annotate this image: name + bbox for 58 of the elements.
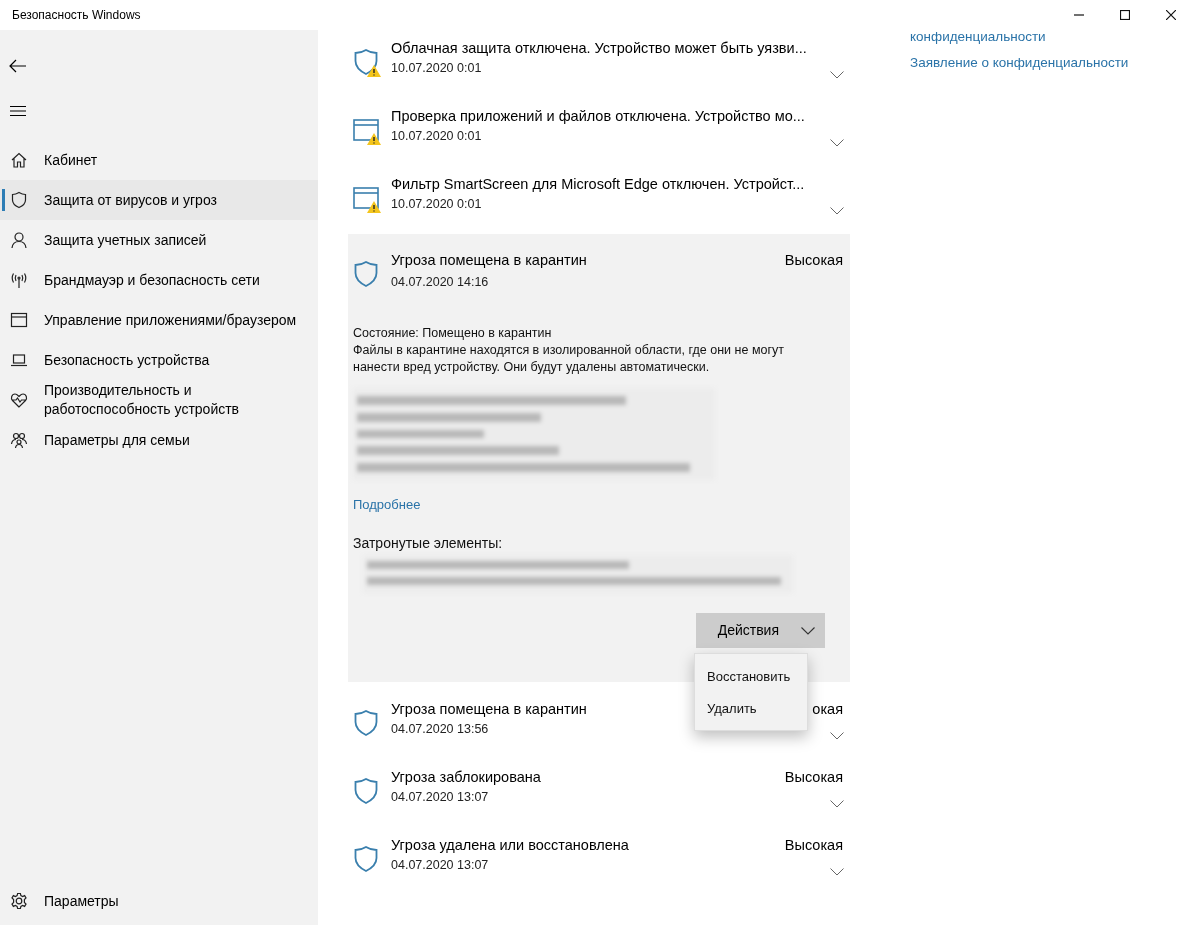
- nav-item[interactable]: Защита от вирусов и угроз: [0, 180, 318, 220]
- window-icon: [10, 311, 28, 329]
- maximize-icon: [1120, 10, 1130, 20]
- severity-label: Высокая: [784, 836, 844, 855]
- event-date: 10.07.2020 0:01: [391, 60, 482, 77]
- event-title: Угроза помещена в карантин: [391, 251, 587, 270]
- nav-item[interactable]: Кабинет: [0, 140, 318, 180]
- event-date: 04.07.2020 14:16: [391, 274, 489, 291]
- severity-label: окая: [812, 700, 844, 719]
- privacy-link[interactable]: Заявление о конфиденциальности: [910, 54, 1194, 71]
- event-title: Облачная защита отключена. Устройство может быть уязви...: [391, 39, 807, 58]
- selection-bar: [2, 189, 5, 211]
- more-info-link[interactable]: Подробнее: [353, 496, 421, 513]
- event-date: 10.07.2020 0:01: [391, 128, 482, 145]
- event-date: 04.07.2020 13:07: [391, 857, 489, 874]
- home-icon: [10, 151, 28, 169]
- menu-icon: [10, 105, 26, 117]
- settings-icon: [10, 892, 28, 910]
- event-title: Угроза удалена или восстановлена: [391, 836, 629, 855]
- event-title: Угроза помещена в карантин: [391, 700, 587, 719]
- event-date: 04.07.2020 13:07: [391, 789, 489, 806]
- affected-items-label: Затронутые элементы:: [353, 534, 504, 553]
- menu-item[interactable]: Удалить: [695, 692, 807, 724]
- nav-item[interactable]: Безопасность устройства: [0, 340, 318, 380]
- shield-icon: [10, 191, 28, 209]
- description-text: Файлы в карантине находятся в изолированной области, где они не могут нанести вред устройству. Они будут удалены автоматически.: [353, 342, 785, 376]
- person-icon: [10, 231, 28, 249]
- status-text: Состояние: Помещено в карантин: [353, 325, 553, 342]
- severity-label: Высокая: [784, 251, 844, 270]
- nav-item[interactable]: Параметры для семьи: [0, 420, 318, 460]
- settings-item[interactable]: Параметры: [0, 881, 318, 921]
- close-icon: [1166, 10, 1176, 20]
- family-icon: [10, 431, 28, 449]
- event-title: Проверка приложений и файлов отключена. Устройство мо...: [391, 107, 805, 126]
- actions-button[interactable]: Действия: [695, 613, 825, 648]
- severity-label: Высокая: [784, 768, 844, 787]
- expand-chevron-icon[interactable]: [830, 139, 844, 147]
- nav-item[interactable]: Брандмауэр и безопасность сети: [0, 260, 318, 300]
- expand-chevron-icon[interactable]: [830, 71, 844, 79]
- event-date: 04.07.2020 13:56: [391, 721, 489, 738]
- expand-chevron-icon[interactable]: [830, 800, 844, 808]
- chevron-icon: [801, 626, 815, 635]
- expand-chevron-icon[interactable]: [830, 868, 844, 876]
- back-icon: [9, 59, 27, 73]
- nav-item[interactable]: Защита учетных записей: [0, 220, 318, 260]
- event-date: 10.07.2020 0:01: [391, 196, 482, 213]
- menu-item[interactable]: Восстановить: [695, 660, 807, 692]
- window-title: Безопасность Windows: [12, 8, 142, 22]
- expand-chevron-icon[interactable]: [830, 732, 844, 740]
- privacy-link[interactable]: конфиденциальности: [910, 28, 1194, 45]
- nav-item[interactable]: Производительность и работоспособность устройств: [0, 380, 318, 420]
- antenna-icon: [10, 271, 28, 289]
- heart-icon: [10, 391, 28, 409]
- event-title: Угроза заблокирована: [391, 768, 541, 787]
- expand-chevron-icon[interactable]: [830, 207, 844, 215]
- nav-item[interactable]: Управление приложениями/браузером: [0, 300, 318, 340]
- event-title: Фильтр SmartScreen для Microsoft Edge отключен. Устройст...: [391, 175, 805, 194]
- laptop-icon: [10, 351, 28, 369]
